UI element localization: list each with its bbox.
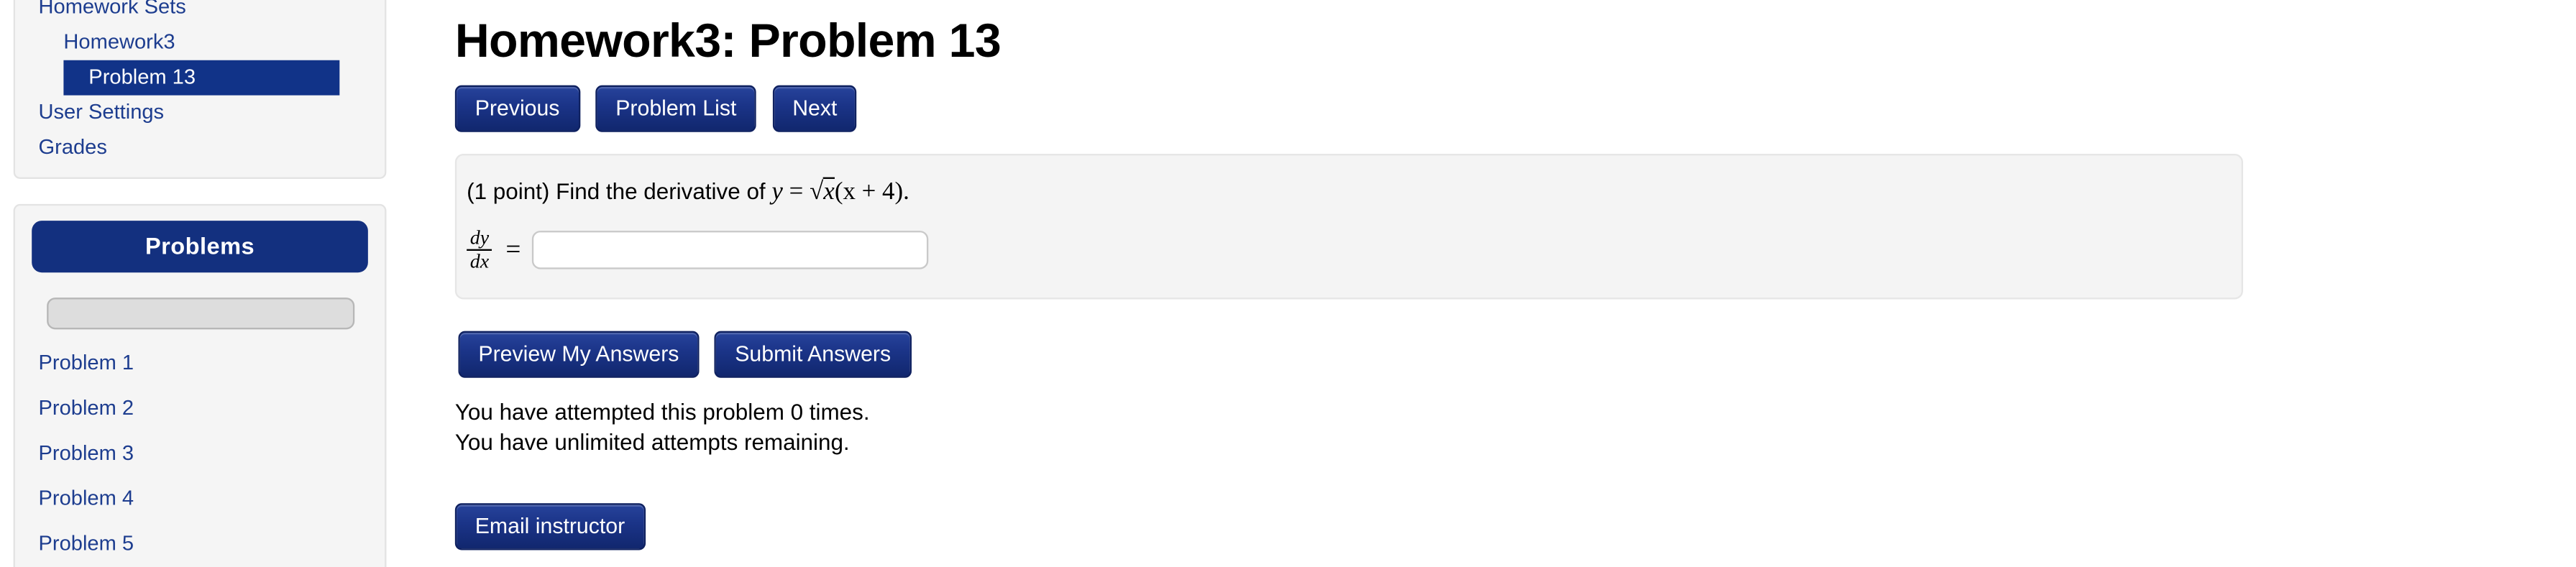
problem-body-panel: (1 point) Find the derivative of y = √x(… xyxy=(454,154,2243,300)
problem-list-button[interactable]: Problem List xyxy=(595,85,757,132)
sidebar-item-problem-13[interactable]: Problem 13 xyxy=(63,60,340,96)
email-instructor-button[interactable]: Email instructor xyxy=(454,503,646,550)
square-root-expression: √x xyxy=(810,177,835,206)
attempts-used-text: You have attempted this problem 0 times. xyxy=(454,400,870,425)
page-title: Homework3: Problem 13 xyxy=(454,14,1001,69)
problem-link-1[interactable]: Problem 1 xyxy=(32,346,368,382)
derivative-denominator: dx xyxy=(467,249,492,273)
problem-statement: (1 point) Find the derivative of y = √x(… xyxy=(467,177,2242,208)
problem-navigation-buttons: Previous Problem List Next xyxy=(454,85,866,132)
attempt-info: You have attempted this problem 0 times.… xyxy=(455,398,870,458)
problems-panel: Problems Problem 1 Problem 2 Problem 3 P… xyxy=(13,203,387,567)
derivative-fraction: dy dx xyxy=(467,226,492,273)
preview-my-answers-button[interactable]: Preview My Answers xyxy=(458,331,700,378)
equation-equals-sign: = xyxy=(789,178,804,206)
sidebar-item-grades[interactable]: Grades xyxy=(15,130,385,165)
problem-statement-text: (1 point) Find the derivative of xyxy=(467,178,766,204)
main-content: Homework3: Problem 13 Previous Problem L… xyxy=(454,0,2538,567)
sidebar-item-homework-sets[interactable]: Homework Sets xyxy=(15,0,385,25)
problem-link-3[interactable]: Problem 3 xyxy=(32,436,368,471)
sidebar: Homework Sets Homework3 Problem 13 User … xyxy=(0,0,387,567)
answer-input[interactable] xyxy=(532,231,930,269)
problem-link-5[interactable]: Problem 5 xyxy=(32,527,368,562)
page-viewport: Homework Sets Homework3 Problem 13 User … xyxy=(0,0,2576,567)
attempts-remaining-text: You have unlimited attempts remaining. xyxy=(454,429,850,455)
equation-tail: (x + 4). xyxy=(834,178,909,206)
submit-answers-button[interactable]: Submit Answers xyxy=(715,331,912,378)
derivative-numerator: dy xyxy=(469,226,490,249)
equation-variable-y: y xyxy=(771,178,783,206)
answer-equals-sign: = xyxy=(505,234,521,264)
site-navigation-panel: Homework Sets Homework3 Problem 13 User … xyxy=(13,0,387,179)
problems-panel-heading: Problems xyxy=(32,221,368,273)
sidebar-item-homework3[interactable]: Homework3 xyxy=(15,25,385,60)
answer-row: dy dx = xyxy=(467,226,2242,273)
previous-button[interactable]: Previous xyxy=(454,85,580,132)
problem-link-4[interactable]: Problem 4 xyxy=(32,481,368,517)
next-button[interactable]: Next xyxy=(772,85,858,132)
radical-sign-icon: √ xyxy=(810,178,824,206)
problem-link-2[interactable]: Problem 2 xyxy=(32,391,368,426)
problem-filter-input[interactable] xyxy=(45,298,354,330)
radicand: x xyxy=(823,177,835,206)
sidebar-item-user-settings[interactable]: User Settings xyxy=(15,96,385,131)
answer-action-buttons: Preview My Answers Submit Answers xyxy=(458,331,919,378)
email-instructor-wrap: Email instructor xyxy=(454,503,646,550)
